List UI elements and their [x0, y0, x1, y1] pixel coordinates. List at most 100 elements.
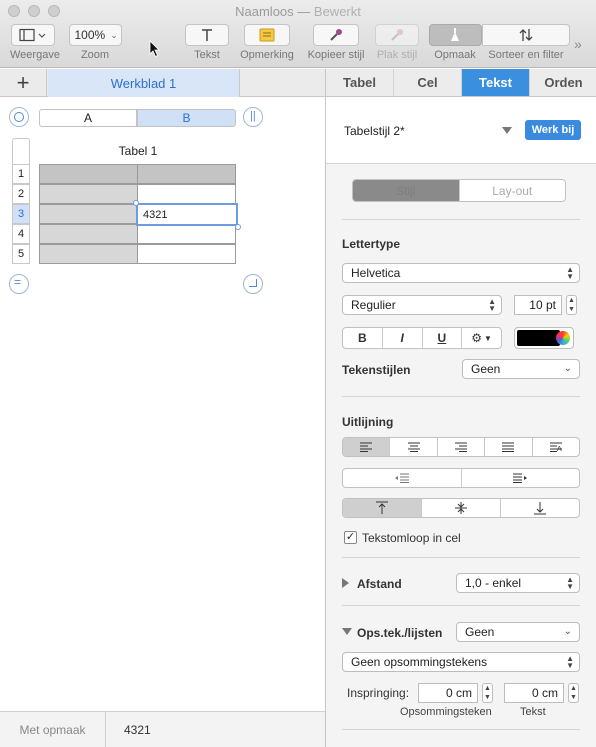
- align-right-icon: [455, 442, 468, 452]
- italic-button[interactable]: I: [383, 328, 423, 348]
- underline-button[interactable]: U: [423, 328, 463, 348]
- selection-handle-top[interactable]: [133, 200, 139, 206]
- document-name: Naamloos: [235, 4, 294, 19]
- wrap-text-label[interactable]: Tekstomloop in cel: [362, 531, 461, 545]
- spacing-label[interactable]: Afstand: [357, 577, 402, 591]
- spacing-select[interactable]: 1,0 - enkel ▲ ▼: [456, 573, 580, 593]
- paste-dropper-icon: [391, 29, 403, 41]
- cell-a5[interactable]: [39, 244, 138, 264]
- bullet-type-select[interactable]: Geen opsommingstekens ▲ ▼: [342, 652, 580, 672]
- align-bottom-button[interactable]: [501, 499, 579, 517]
- text-tool[interactable]: Tekst: [184, 24, 230, 61]
- indent-text-stepper[interactable]: ▲ ▼: [568, 683, 579, 703]
- cell-a4[interactable]: [39, 224, 138, 244]
- align-left-button[interactable]: [343, 438, 391, 456]
- indent-bullets-caption: Opsommingsteken: [400, 706, 492, 718]
- cell-b5[interactable]: [137, 244, 236, 264]
- cell-b4[interactable]: [137, 224, 236, 244]
- comment-tool[interactable]: Opmerking: [239, 24, 295, 61]
- cell-a3[interactable]: [39, 204, 138, 224]
- tab-tekst[interactable]: Tekst: [462, 69, 530, 96]
- bullets-label[interactable]: Ops.tek./lijsten: [357, 626, 442, 640]
- text-button[interactable]: [185, 24, 229, 46]
- update-style-button[interactable]: Werk bij: [525, 120, 581, 140]
- wrap-text-checkbox[interactable]: ✓: [344, 531, 357, 544]
- align-middle-button[interactable]: [422, 499, 501, 517]
- style-dropdown-arrow-icon[interactable]: [502, 127, 512, 134]
- char-styles-select[interactable]: Geen ⌄: [462, 359, 580, 379]
- checkmark-icon: ✓: [345, 531, 356, 543]
- table-title[interactable]: Tabel 1: [40, 144, 236, 158]
- indent-bullets-field[interactable]: 0 cm: [418, 683, 478, 703]
- cell-b3-selected[interactable]: 4321: [136, 203, 238, 226]
- circle-icon: [14, 112, 24, 122]
- resize-table-handle[interactable]: [243, 274, 263, 294]
- color-wheel-icon[interactable]: [556, 331, 570, 345]
- tab-orden[interactable]: Orden: [530, 69, 596, 96]
- sort-filter-tool[interactable]: Sorteer en filter: [482, 24, 570, 61]
- bullets-list-select[interactable]: Geen ⌄: [456, 622, 580, 642]
- view-button[interactable]: [11, 24, 55, 46]
- text-color-swatch[interactable]: [517, 330, 560, 346]
- tab-cel[interactable]: Cel: [394, 69, 462, 96]
- row-header-top: [12, 138, 30, 164]
- window-title: Naamloos — Bewerkt: [0, 4, 596, 19]
- sort-filter-button[interactable]: [482, 24, 570, 46]
- copy-style-tool[interactable]: Kopieer stijl: [304, 24, 368, 61]
- select-table-handle[interactable]: [9, 107, 29, 127]
- font-size-field[interactable]: 10 pt: [514, 295, 562, 315]
- font-weight-select[interactable]: Regulier ▲ ▼: [342, 295, 502, 315]
- format-tool[interactable]: Opmaak: [428, 24, 482, 61]
- zoom-control[interactable]: 100% ⌄ Zoom: [68, 24, 122, 61]
- segment-stijl[interactable]: Stijl: [353, 180, 460, 201]
- bullets-disclosure-icon[interactable]: [342, 628, 352, 635]
- paste-style-tool[interactable]: Plak stijl: [374, 24, 420, 61]
- align-top-button[interactable]: [343, 499, 422, 517]
- cell-a2[interactable]: [39, 184, 138, 204]
- copy-style-button[interactable]: [313, 24, 359, 46]
- indent-text-field[interactable]: 0 cm: [504, 683, 564, 703]
- cell-b2[interactable]: [137, 184, 236, 204]
- row-header-5[interactable]: 5: [12, 244, 30, 264]
- align-center-button[interactable]: [390, 438, 438, 456]
- cell-b1[interactable]: [137, 164, 236, 184]
- tab-tabel[interactable]: Tabel: [326, 69, 394, 96]
- align-center-icon: [407, 442, 420, 452]
- decrease-indent-button[interactable]: [343, 469, 462, 487]
- column-header-a[interactable]: A: [39, 109, 137, 127]
- toolbar-overflow-button[interactable]: »: [574, 36, 582, 52]
- cell-a1[interactable]: [39, 164, 138, 184]
- row-header-3[interactable]: 3: [12, 204, 30, 224]
- column-header-b[interactable]: B: [137, 109, 236, 127]
- add-sheet-button[interactable]: +: [0, 69, 47, 97]
- indent-bullets-stepper[interactable]: ▲ ▼: [482, 683, 493, 703]
- comment-button[interactable]: [244, 24, 290, 46]
- add-row-handle[interactable]: =: [9, 274, 29, 294]
- chevron-down-icon: ⌄: [110, 29, 118, 40]
- text-options-gear-button[interactable]: ⚙ ▼: [462, 328, 501, 348]
- font-size-stepper[interactable]: ▲ ▼: [566, 295, 577, 315]
- align-auto-button[interactable]: A: [533, 438, 579, 456]
- row-header-4[interactable]: 4: [12, 224, 30, 244]
- segment-lay-out[interactable]: Lay-out: [460, 180, 566, 201]
- cell-value-display[interactable]: 4321: [124, 712, 151, 747]
- updown-arrows-icon: ▲ ▼: [566, 575, 574, 591]
- format-button[interactable]: [428, 24, 482, 46]
- font-family-select[interactable]: Helvetica ▲ ▼: [342, 263, 580, 283]
- updown-arrows-icon: ▲ ▼: [566, 265, 574, 281]
- text-color-well[interactable]: [514, 327, 574, 349]
- add-column-handle[interactable]: ||: [243, 107, 263, 127]
- row-header-2[interactable]: 2: [12, 184, 30, 204]
- paste-style-button[interactable]: [375, 24, 419, 46]
- row-header-1[interactable]: 1: [12, 164, 30, 184]
- selection-handle-bottom[interactable]: [235, 224, 241, 230]
- cell-format-label[interactable]: Met opmaak: [0, 712, 106, 747]
- view-control[interactable]: Weergave: [10, 24, 60, 61]
- zoom-select[interactable]: 100% ⌄: [68, 24, 122, 46]
- spacing-disclosure-icon[interactable]: [342, 578, 349, 588]
- increase-indent-button[interactable]: [462, 469, 580, 487]
- align-justify-button[interactable]: [485, 438, 533, 456]
- sheet-tab-werkblad-1[interactable]: Werkblad 1: [48, 69, 240, 97]
- align-right-button[interactable]: [438, 438, 486, 456]
- bold-button[interactable]: B: [343, 328, 383, 348]
